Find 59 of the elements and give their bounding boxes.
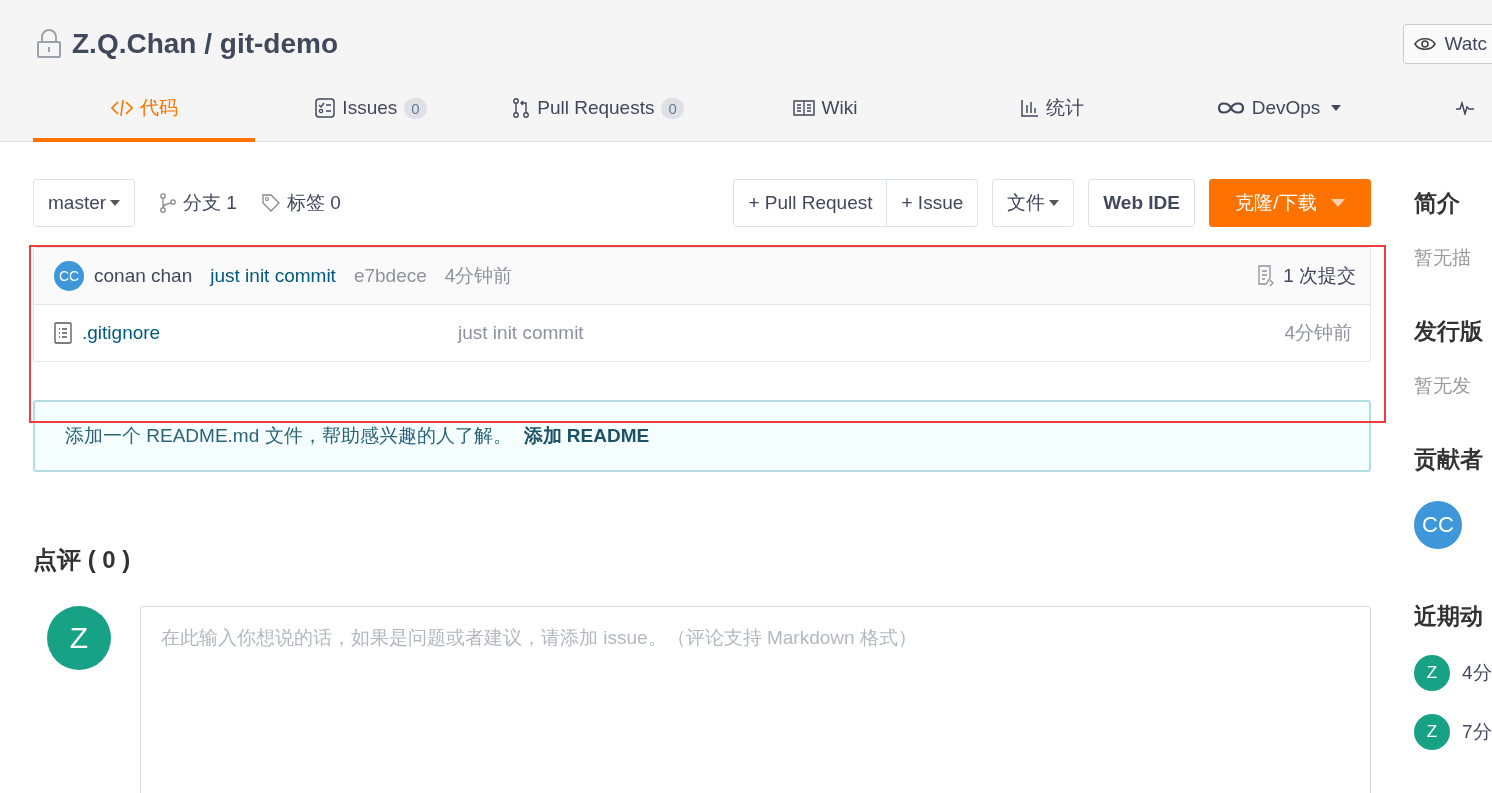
pull-request-button[interactable]: + Pull Request xyxy=(733,179,888,227)
file-dropdown[interactable]: 文件 xyxy=(992,179,1075,227)
watch-button[interactable]: Watc xyxy=(1403,24,1492,64)
nav-tab[interactable]: Wiki xyxy=(714,78,936,142)
section-text: 暂无发 xyxy=(1414,374,1472,398)
book-icon xyxy=(792,100,815,116)
avatar: CC xyxy=(54,261,84,291)
activity-time: 7分 xyxy=(1462,720,1492,744)
tag-icon xyxy=(260,193,281,213)
branch-icon xyxy=(159,193,178,213)
section-title: 近期动 xyxy=(1414,602,1484,631)
caret-icon xyxy=(1049,200,1060,206)
activity-time: 4分 xyxy=(1462,661,1492,685)
infinity-icon xyxy=(1216,101,1245,115)
caret-icon xyxy=(110,200,121,206)
web-ide-button[interactable]: Web IDE xyxy=(1088,179,1195,227)
nav-tab[interactable]: Pull Requests 0 xyxy=(487,78,709,142)
issue-button[interactable]: + Issue xyxy=(887,179,979,227)
commit-time: 4分钟前 xyxy=(444,264,513,288)
tab-label: DevOps xyxy=(1251,97,1321,119)
nav-tab[interactable]: 统计 xyxy=(941,78,1163,142)
nav-tab[interactable]: Issues 0 xyxy=(260,78,482,142)
section-title: 简介 xyxy=(1414,189,1461,218)
commit-count[interactable]: 1 次提交 xyxy=(1283,263,1356,289)
section-text: 暂无描 xyxy=(1414,246,1472,270)
pull-request-icon xyxy=(512,98,531,118)
tag-count[interactable]: 标签 0 xyxy=(286,190,341,216)
avatar: Z xyxy=(1414,655,1450,691)
count-badge: 0 xyxy=(404,97,427,119)
bar-chart-icon xyxy=(1020,99,1039,117)
comment-field[interactable]: 在此输入你想说的话，如果是问题或者建议，请添加 issue。（评论支持 Markdown 格式） xyxy=(140,606,1371,793)
document-icon xyxy=(1257,265,1276,287)
branch-count[interactable]: 分支 1 xyxy=(183,190,237,216)
repo-title[interactable]: Z.Q.Chan / git-demo xyxy=(72,28,338,60)
tab-label: 统计 xyxy=(1045,96,1084,120)
eye-icon xyxy=(1414,37,1437,51)
count-badge: 0 xyxy=(661,97,684,119)
branch-dropdown[interactable]: master xyxy=(33,179,136,227)
checklist-icon xyxy=(315,98,336,118)
tab-label: Wiki xyxy=(821,97,858,119)
tab-label: Issues xyxy=(342,97,398,119)
avatar: Z xyxy=(1414,714,1450,750)
tab-label: 代码 xyxy=(139,96,178,120)
file-time: 4分钟前 xyxy=(1284,321,1352,345)
tab-label: Pull Requests xyxy=(537,97,655,119)
section-title: 贡献者 xyxy=(1414,445,1484,474)
file-icon xyxy=(54,322,72,344)
commit-message[interactable]: just init commit xyxy=(210,265,336,287)
file-name[interactable]: .gitignore xyxy=(82,322,458,344)
commit-author[interactable]: conan chan xyxy=(94,265,193,287)
comments-title: 点评 ( 0 ) xyxy=(33,545,132,575)
pulse-icon xyxy=(1455,101,1475,115)
add-readme-link[interactable]: 添加 README xyxy=(523,423,650,449)
avatar: Z xyxy=(47,606,111,670)
nav-tab[interactable]: DevOps xyxy=(1168,78,1390,142)
code-icon xyxy=(110,99,133,117)
notice-text: 添加一个 README.md 文件，帮助感兴趣的人了解。 xyxy=(65,424,512,448)
section-title: 发行版 xyxy=(1414,317,1484,346)
caret-icon xyxy=(1330,199,1345,207)
